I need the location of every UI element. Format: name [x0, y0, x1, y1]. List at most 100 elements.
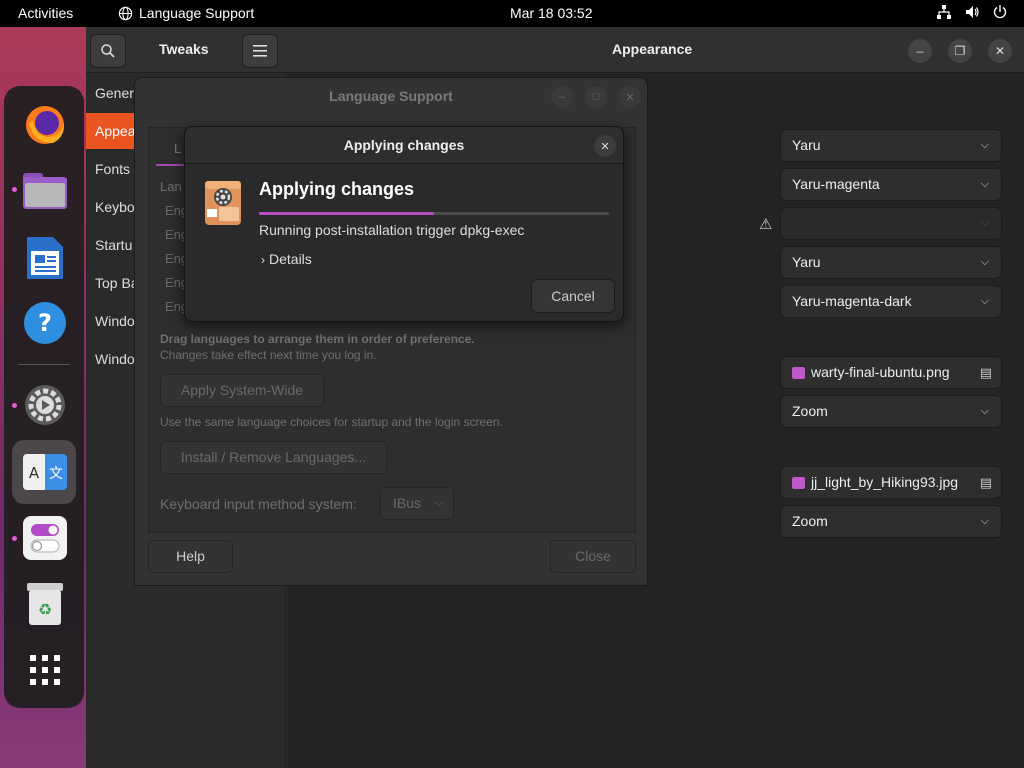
keyboard-input-value: IBus — [393, 495, 422, 511]
tweaks-running-dot — [12, 536, 17, 541]
icons-theme-value: Yaru-magenta — [792, 176, 880, 192]
applying-changes-dialog: Applying changes ✕ Applying changes Runn… — [184, 126, 624, 322]
file-browse-icon: ▤ — [979, 475, 992, 490]
chevron-right-icon: › — [261, 253, 265, 267]
chevron-down-icon: ⌵ — [980, 515, 989, 527]
chevron-down-icon: ⌵ — [980, 256, 989, 268]
changes-note: Changes take effect next time you log in… — [160, 348, 377, 362]
chevron-down-icon: ⌵ — [980, 178, 989, 190]
chevron-down-icon: ⌵ — [434, 497, 443, 509]
lock-screen-image-value: jj_light_by_Hiking93.jpg — [811, 474, 959, 490]
top-bar: Activities Language Support Mar 18 03:52 — [0, 0, 1024, 27]
writer-icon — [27, 237, 63, 279]
chevron-down-icon: ⌵ — [980, 139, 989, 151]
background-adjustment-combo[interactable]: Zoom ⌵ — [780, 395, 1002, 428]
dock: ? A 文 ♻ — [4, 86, 84, 708]
search-button[interactable] — [90, 34, 126, 68]
system-tray[interactable] — [936, 4, 1008, 20]
chevron-down-icon: ⌵ — [980, 295, 989, 307]
help-icon: ? — [24, 302, 66, 344]
keyboard-input-label: Keyboard input method system: — [160, 496, 357, 512]
lock-screen-adjustment-value: Zoom — [792, 513, 828, 529]
help-button[interactable]: Help — [148, 540, 233, 573]
sound-theme-value: Yaru — [792, 254, 821, 270]
cancel-button[interactable]: Cancel — [531, 279, 615, 313]
menu-button[interactable] — [242, 34, 278, 68]
background-adjustment-value: Zoom — [792, 403, 828, 419]
file-browse-icon: ▤ — [979, 365, 992, 380]
files-running-dot — [12, 187, 17, 192]
app-grid-icon — [30, 655, 60, 685]
globe-icon — [118, 6, 133, 20]
settings-launcher[interactable] — [22, 382, 68, 428]
tweaks-icon — [23, 516, 67, 560]
network-icon[interactable] — [936, 4, 952, 20]
maximize-icon: □ — [592, 91, 600, 103]
firefox-icon — [26, 106, 65, 144]
details-label: Details — [269, 251, 312, 267]
install-remove-languages-button[interactable]: Install / Remove Languages... — [160, 441, 387, 474]
trash-launcher[interactable]: ♻ — [22, 581, 68, 627]
language-support-launcher[interactable]: A 文 — [22, 449, 68, 495]
app-grid-launcher[interactable] — [22, 647, 68, 693]
lang-maximize-button[interactable]: □ — [585, 86, 607, 108]
dock-separator — [18, 364, 70, 365]
volume-icon[interactable] — [964, 4, 980, 20]
minimize-icon: – — [916, 44, 924, 58]
tweaks-launcher[interactable] — [22, 515, 68, 561]
sound-theme-combo[interactable]: Yaru ⌵ — [780, 246, 1002, 279]
icons-theme-combo[interactable]: Yaru-magenta ⌵ — [780, 168, 1002, 201]
background-image-value: warty-final-ubuntu.png — [811, 364, 950, 380]
lock-screen-adjustment-combo[interactable]: Zoom ⌵ — [780, 505, 1002, 538]
legacy-apps-theme-combo[interactable]: Yaru-magenta-dark ⌵ — [780, 285, 1002, 318]
lock-screen-image-button[interactable]: jj_light_by_Hiking93.jpg ▤ — [780, 466, 1002, 499]
sidebar-item-window-titlebars[interactable]: Windo — [95, 341, 135, 377]
trash-icon: ♻ — [27, 583, 63, 625]
svg-text:文: 文 — [49, 466, 63, 482]
sidebar-item-windows[interactable]: Windo — [95, 303, 135, 339]
details-expander[interactable]: › Details — [261, 251, 312, 267]
minimize-button[interactable]: – — [908, 39, 932, 63]
shell-theme-combo[interactable]: ⌵ — [780, 207, 1002, 240]
dialog-close-button[interactable]: ✕ — [594, 135, 616, 157]
keyboard-input-combo[interactable]: IBus ⌵ — [380, 487, 454, 520]
files-icon — [23, 173, 67, 209]
tab-language[interactable]: L — [156, 136, 184, 166]
sidebar-item-startup[interactable]: Startu — [95, 227, 132, 263]
close-button[interactable]: Close — [550, 540, 636, 573]
progress-fill — [259, 212, 434, 215]
progress-status: Running post-installation trigger dpkg-e… — [259, 222, 525, 238]
chevron-down-icon: ⌵ — [980, 405, 989, 417]
settings-running-dot — [12, 403, 17, 408]
activities-button[interactable]: Activities — [18, 5, 73, 21]
language-icon: A 文 — [23, 454, 67, 490]
image-file-icon — [792, 477, 805, 490]
tweaks-headerbar: Tweaks Appearance – ❐ ✕ — [86, 27, 1024, 73]
sidebar-item-topbar[interactable]: Top Ba — [95, 265, 139, 301]
search-icon — [101, 44, 115, 58]
background-image-button[interactable]: warty-final-ubuntu.png ▤ — [780, 356, 1002, 389]
cursor-theme-combo[interactable]: Yaru ⌵ — [780, 129, 1002, 162]
sidebar-item-fonts[interactable]: Fonts — [95, 151, 130, 187]
help-launcher[interactable]: ? — [22, 300, 68, 346]
power-icon[interactable] — [992, 4, 1008, 20]
svg-text:A: A — [29, 464, 40, 482]
maximize-button[interactable]: ❐ — [948, 39, 972, 63]
files-launcher[interactable] — [22, 168, 68, 214]
apply-system-wide-button[interactable]: Apply System-Wide — [160, 374, 324, 407]
clock[interactable]: Mar 18 03:52 — [510, 5, 593, 21]
dialog-title: Applying changes — [343, 137, 465, 153]
close-button[interactable]: ✕ — [988, 39, 1012, 63]
restore-icon: ❐ — [954, 44, 966, 58]
close-icon: ✕ — [994, 44, 1006, 58]
close-icon: ✕ — [600, 140, 610, 153]
app-menu[interactable]: Language Support — [118, 5, 254, 21]
sidebar-item-keyboard[interactable]: Keybo — [95, 189, 135, 225]
warning-icon: ⚠ — [759, 216, 773, 233]
sidebar-item-general[interactable]: Gener — [95, 75, 134, 111]
firefox-launcher[interactable] — [22, 102, 68, 148]
lang-close-button[interactable]: ✕ — [619, 86, 641, 108]
writer-launcher[interactable] — [22, 234, 68, 280]
svg-text:♻: ♻ — [38, 600, 52, 619]
lang-minimize-button[interactable]: – — [551, 86, 573, 108]
